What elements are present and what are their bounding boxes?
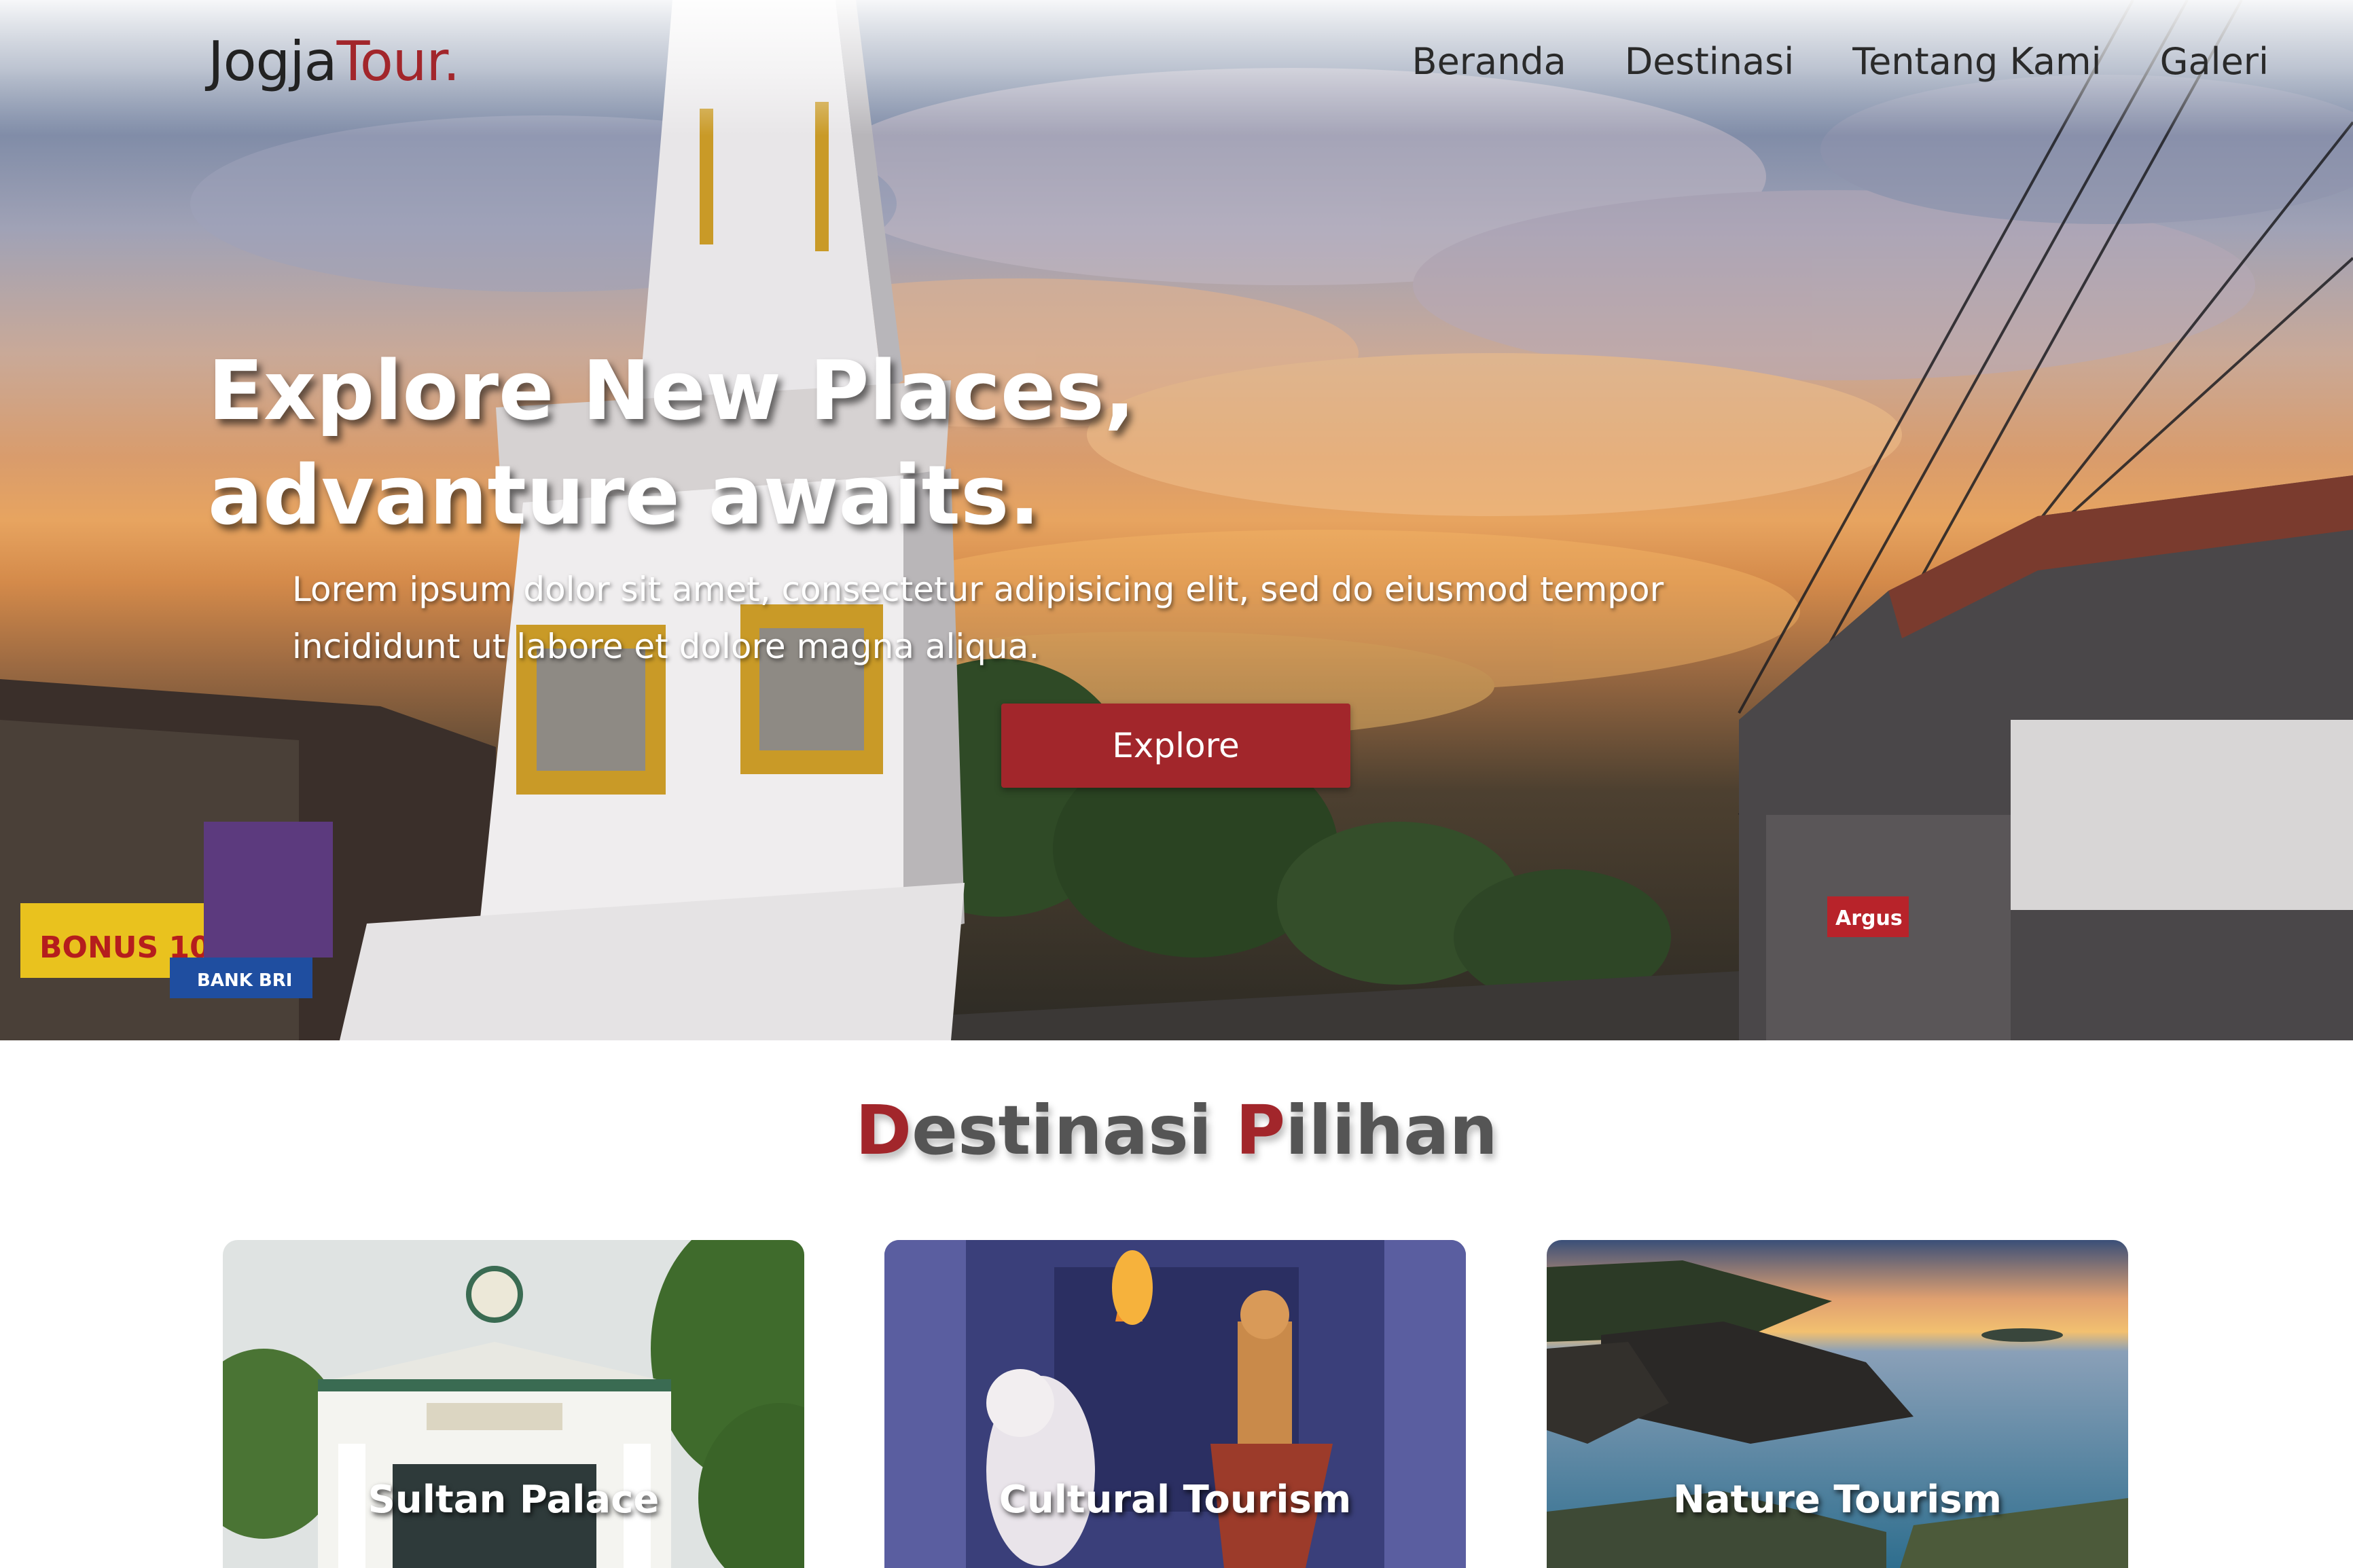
section-title-rest-2: ilihan xyxy=(1285,1091,1498,1170)
nav-link-galeri[interactable]: Galeri xyxy=(2160,40,2269,83)
hero-title: Explore New Places, advanture awaits. xyxy=(208,340,1363,549)
card-nature-tourism[interactable]: Nature Tourism xyxy=(1547,1240,2128,1568)
brand-dot: . xyxy=(443,29,460,93)
hero-description: Lorem ipsum dolor sit amet, consectetur … xyxy=(292,570,1664,666)
nav-link-destinasi[interactable]: Destinasi xyxy=(1625,40,1795,83)
card-cultural-tourism[interactable]: Cultural Tourism xyxy=(884,1240,1466,1568)
hero-title-line-1: Explore New Places, xyxy=(208,344,1136,439)
navbar: JogjaTour. Beranda Destinasi Tentang Kam… xyxy=(0,0,2353,122)
nav-link-beranda[interactable]: Beranda xyxy=(1412,40,1566,83)
card-label-nature-tourism: Nature Tourism xyxy=(1673,1478,2002,1522)
brand-logo[interactable]: JogjaTour. xyxy=(208,29,461,93)
card-sultan-palace[interactable]: Sultan Palace xyxy=(223,1240,804,1568)
card-label-sultan-palace: Sultan Palace xyxy=(367,1478,660,1522)
explore-button[interactable]: Explore xyxy=(1001,704,1350,788)
bank-sign-text: BANK BRI xyxy=(197,970,292,991)
destination-cards: Sultan Palace Cultural Tourism Nature To… xyxy=(0,1240,2353,1568)
nav-link-tentang-kami[interactable]: Tentang Kami xyxy=(1852,40,2101,83)
card-label-cultural-tourism: Cultural Tourism xyxy=(999,1478,1352,1522)
brand-name-accent: Tour xyxy=(336,29,444,93)
nav-menu: Beranda Destinasi Tentang Kami Galeri xyxy=(1412,40,2269,83)
argus-sign-text: Argus xyxy=(1835,907,1903,930)
section-title-destinasi-pilihan: Destinasi Pilihan xyxy=(0,1091,2353,1170)
section-title-cap-p: P xyxy=(1235,1091,1286,1170)
section-title-cap-d: D xyxy=(855,1091,912,1170)
hero-title-line-2: advanture awaits. xyxy=(208,449,1040,543)
brand-name-main: Jogja xyxy=(208,29,338,93)
section-title-rest-1: estinasi xyxy=(912,1091,1236,1170)
page: BONUS 10GB BANK BRI Argus JogjaTour. Ber… xyxy=(0,0,2353,1568)
hero-section: BONUS 10GB BANK BRI Argus JogjaTour. Ber… xyxy=(0,0,2353,1040)
